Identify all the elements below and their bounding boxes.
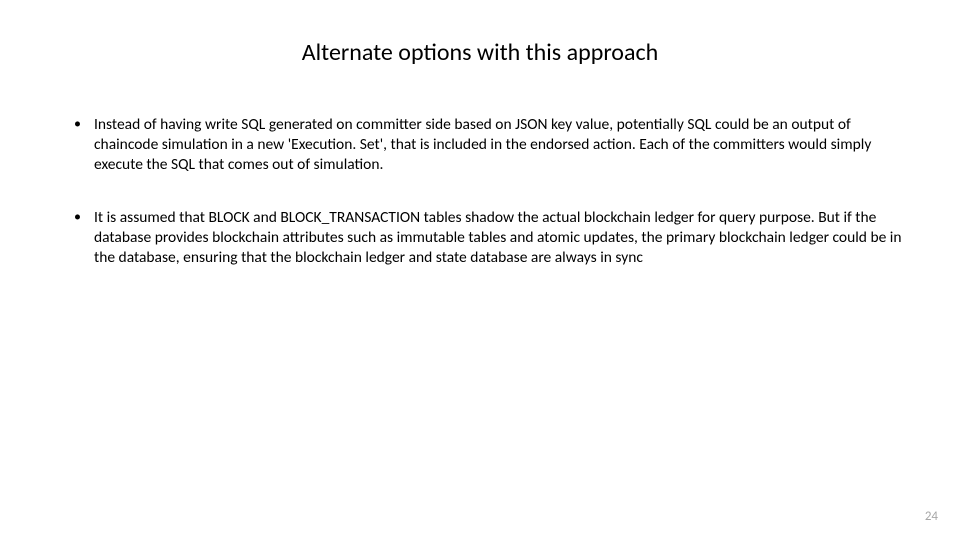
list-item: Instead of having write SQL generated on… [74,115,910,174]
slide: Alternate options with this approach Ins… [0,0,960,540]
slide-title: Alternate options with this approach [50,38,910,67]
list-item: It is assumed that BLOCK and BLOCK_TRANS… [74,208,910,267]
page-number: 24 [925,509,938,524]
bullet-list: Instead of having write SQL generated on… [50,115,910,268]
